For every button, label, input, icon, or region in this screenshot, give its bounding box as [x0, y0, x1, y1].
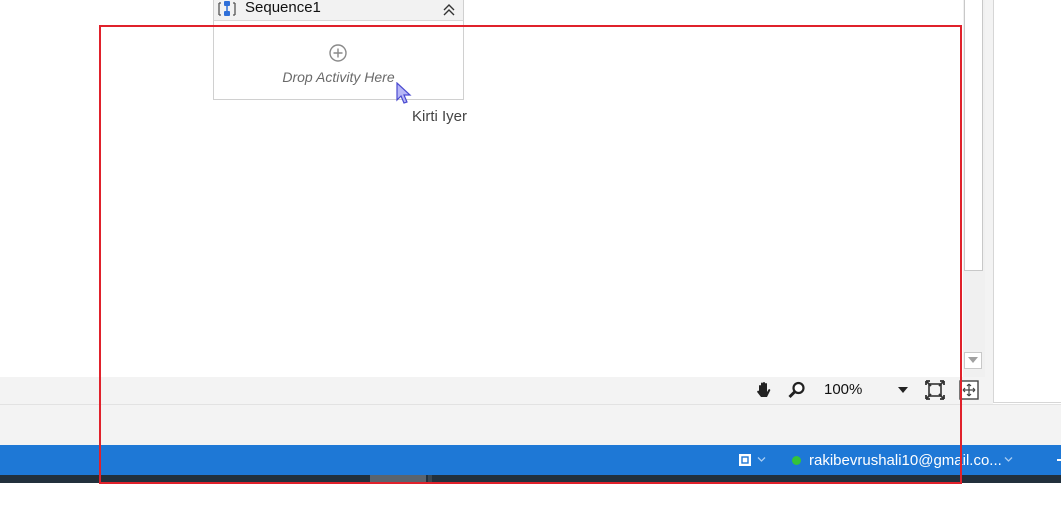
- sequence-title: Sequence1: [245, 0, 321, 16]
- highlight-rectangle: [99, 25, 962, 484]
- scroll-down-button[interactable]: [964, 352, 982, 369]
- chevron-down-icon[interactable]: [1004, 456, 1013, 463]
- vertical-scrollbar-thumb[interactable]: [964, 0, 983, 271]
- panel-gap: [985, 0, 993, 405]
- sequence-header[interactable]: Sequence1: [213, 0, 464, 21]
- right-side-panel: [993, 0, 1061, 403]
- double-chevron-up-icon[interactable]: [441, 2, 457, 18]
- sequence-icon: [218, 1, 236, 16]
- triangle-down-icon: [968, 357, 978, 363]
- status-edge-mark: [1057, 459, 1061, 461]
